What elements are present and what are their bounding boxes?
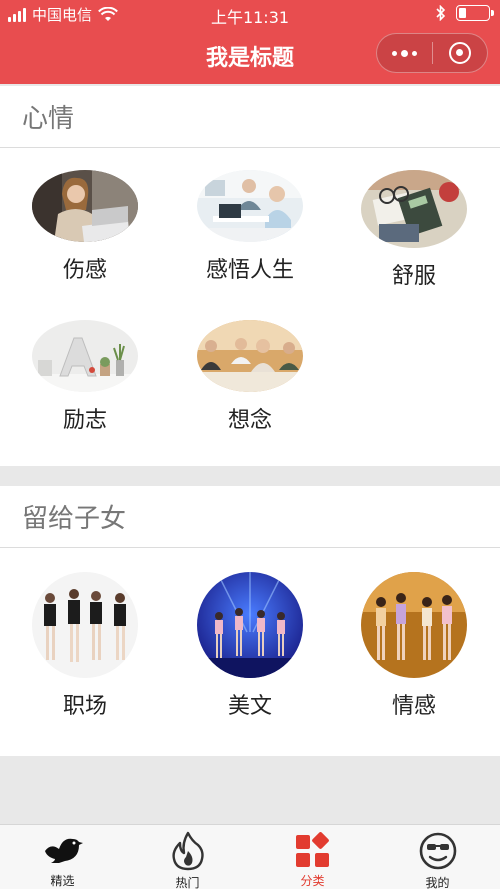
bird-icon (43, 831, 83, 869)
tab-category[interactable]: 分类 (250, 825, 375, 889)
desk-calculator-photo (361, 170, 467, 248)
office-workers-photo (197, 170, 303, 242)
tab-featured[interactable]: 精选 (0, 825, 125, 889)
category-label: 伤感 (62, 258, 107, 283)
status-right (436, 5, 494, 21)
tab-mine[interactable]: 我的 (375, 825, 500, 889)
category-label: 职场 (62, 694, 107, 719)
woman-laptop-photo (32, 170, 138, 242)
status-bar: 中国电信 上午11:31 (0, 0, 500, 28)
smiley-icon (418, 831, 458, 871)
tab-label: 分类 (300, 874, 325, 888)
close-miniprogram-button[interactable] (433, 34, 488, 72)
category-label: 情感 (391, 694, 436, 719)
category-label: 想念 (227, 408, 272, 433)
tab-hot[interactable]: 热门 (125, 825, 250, 889)
section-mood: 心情 伤感 感悟人生 舒服 励志 想念 (0, 86, 500, 466)
category-icon (293, 831, 333, 869)
category-item[interactable]: 励志 (10, 320, 160, 434)
tab-label: 我的 (425, 876, 450, 889)
category-item[interactable]: 舒服 (339, 170, 489, 290)
category-label: 感悟人生 (205, 258, 294, 283)
category-item[interactable]: 感悟人生 (175, 170, 325, 284)
category-item[interactable]: 职场 (10, 572, 160, 720)
battery-icon (456, 5, 494, 21)
flame-icon (168, 831, 208, 871)
dancers-stage-photo (361, 572, 467, 678)
section-title: 留给子女 (0, 486, 500, 548)
menu-capsule (376, 33, 488, 73)
more-button[interactable] (377, 34, 432, 72)
section-for-children: 留给子女 职场 美文 情感 (0, 486, 500, 756)
tab-label: 热门 (175, 876, 200, 889)
stage-performance-photo (197, 572, 303, 678)
bluetooth-icon (436, 5, 446, 21)
category-item[interactable]: 想念 (175, 320, 325, 434)
letter-a-decor-photo (32, 320, 138, 392)
target-icon (448, 42, 471, 64)
category-item[interactable]: 情感 (339, 572, 489, 720)
section-title: 心情 (0, 86, 500, 148)
status-time: 上午11:31 (210, 8, 290, 27)
nav-bar: 我是标题 (0, 28, 500, 84)
tab-bar: 精选 热门 分类 我的 (0, 824, 500, 889)
category-item[interactable]: 伤感 (10, 170, 160, 284)
dancers-white-photo (32, 572, 138, 678)
tab-label: 精选 (50, 874, 75, 888)
category-label: 励志 (62, 408, 107, 433)
category-label: 舒服 (391, 264, 436, 289)
category-label: 美文 (227, 694, 272, 719)
category-item[interactable]: 美文 (175, 572, 325, 720)
meeting-photo (197, 320, 303, 392)
more-dots-icon (391, 49, 417, 57)
